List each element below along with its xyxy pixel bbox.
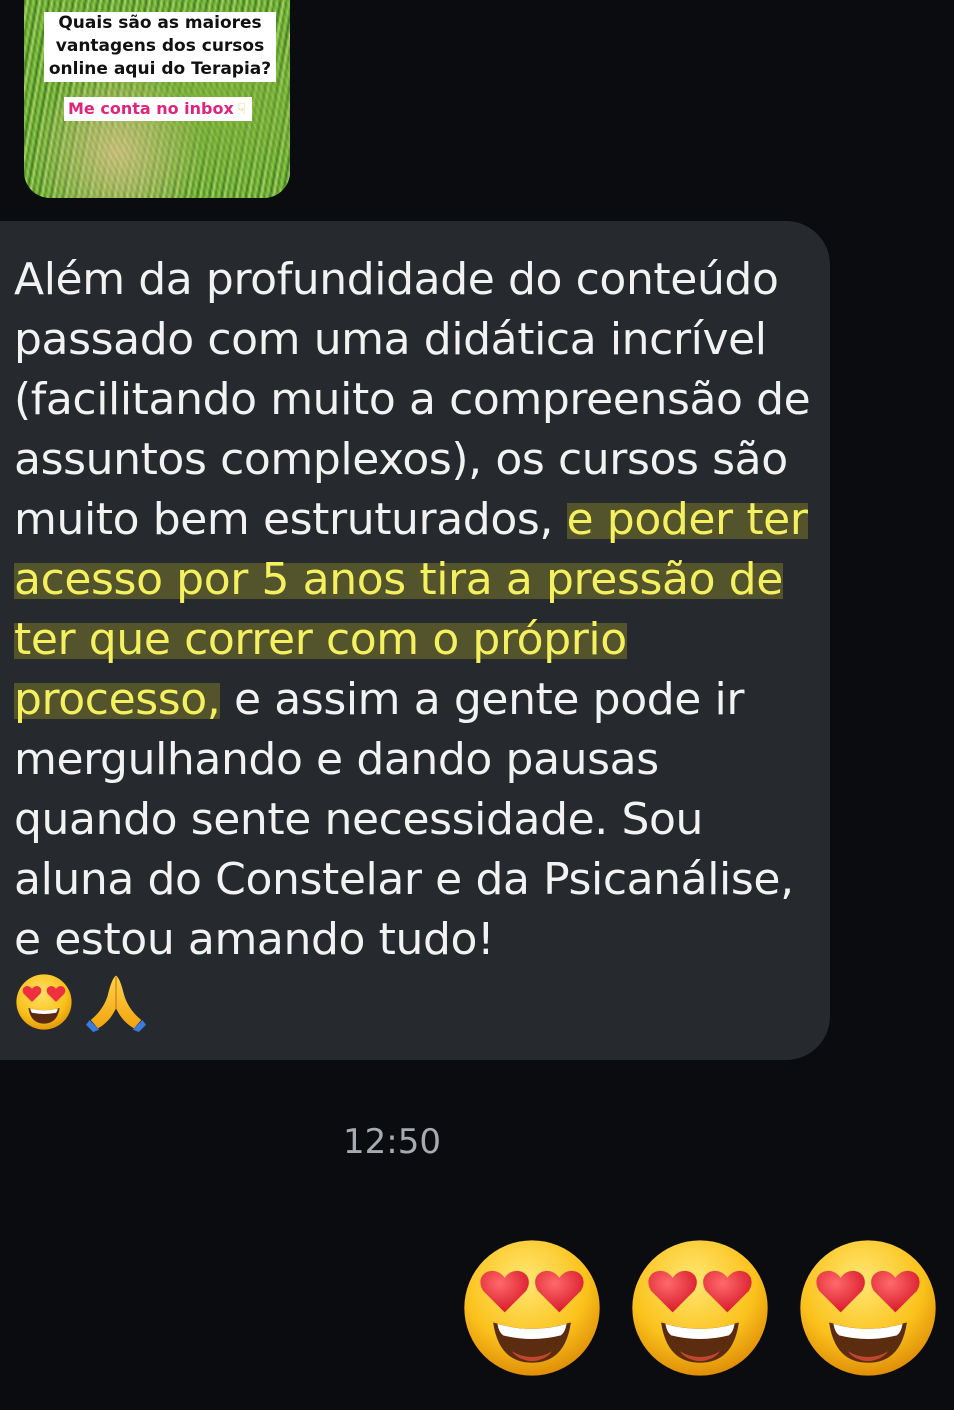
message-emoji-row <box>14 972 148 1032</box>
folded-hands-icon <box>84 972 148 1032</box>
message-timestamp: 12:50 <box>343 1122 441 1162</box>
smiling-face-with-heart-eyes-icon <box>796 1236 940 1380</box>
smiling-face-with-heart-eyes-icon <box>14 972 74 1032</box>
story-cta-sticker: Me conta no inbox ☟ <box>64 97 252 121</box>
emoji-reply-message[interactable] <box>460 1236 940 1380</box>
smiling-face-with-heart-eyes-icon <box>460 1236 604 1380</box>
story-cta-text: Me conta no inbox <box>68 99 234 118</box>
story-question-text: Quais são as maiores vantagens dos curso… <box>44 12 276 82</box>
smiling-face-with-heart-eyes-icon <box>628 1236 772 1380</box>
message-text: Além da profundidade do conteúdo passado… <box>14 250 814 970</box>
pointing-down-finger-icon: ☟ <box>236 100 246 118</box>
story-reply-thumbnail[interactable]: Quais são as maiores vantagens dos curso… <box>24 0 290 198</box>
